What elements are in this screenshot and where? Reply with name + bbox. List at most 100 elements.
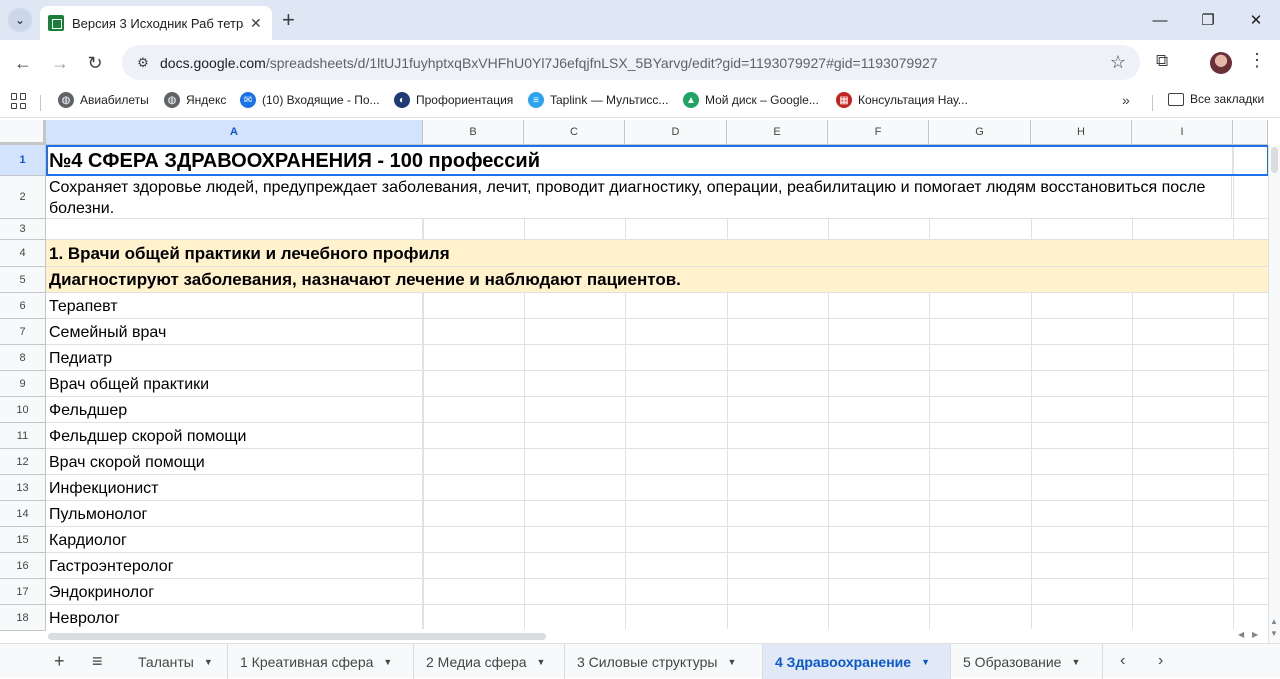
scroll-thumb[interactable] [1271, 147, 1278, 173]
puzzle-icon[interactable]: ⧉ [1156, 51, 1168, 71]
caret-down-icon[interactable]: ▼ [727, 657, 736, 667]
row-header[interactable]: 12 [0, 449, 46, 475]
row-header[interactable]: 14 [0, 501, 46, 527]
scroll-thumb[interactable] [48, 633, 546, 640]
sheet-tab[interactable]: 1 Креативная сфера ▼ [228, 644, 414, 679]
column-header-i[interactable]: I [1132, 120, 1233, 145]
browser-tab-active[interactable]: Версия 3 Исходник Раб тетрадь ✕ [40, 6, 272, 40]
bookmark-item[interactable]: ▲ Мой диск – Google... [683, 92, 819, 108]
cell-a[interactable]: Фельдшер скорой помощи [46, 423, 423, 448]
add-sheet-button[interactable]: + [54, 652, 65, 670]
reload-button[interactable]: ↻ [82, 50, 108, 76]
row-header[interactable]: 6 [0, 293, 46, 319]
scroll-down-icon[interactable]: ▼ [1270, 629, 1278, 638]
column-header-h[interactable]: H [1031, 120, 1132, 145]
sheet-tab[interactable]: Таланты ▼ [126, 644, 228, 679]
cell-a[interactable]: №4 СФЕРА ЗДРАВООХРАНЕНИЯ - 100 профессий [46, 145, 1233, 175]
gridline [727, 397, 728, 422]
caret-down-icon[interactable]: ▼ [921, 657, 930, 667]
close-window-button[interactable]: ✕ [1232, 0, 1280, 40]
address-bar[interactable]: ⚙ docs.google.com/spreadsheets/d/1ltUJ1f… [122, 45, 1140, 80]
scroll-right-icon[interactable]: ▶ [1252, 630, 1258, 639]
cell-a[interactable]: Эндокринолог [46, 579, 423, 604]
sheet-tab[interactable]: 5 Образование ▼ [951, 644, 1103, 679]
caret-down-icon[interactable]: ▼ [1071, 657, 1080, 667]
row-header[interactable]: 15 [0, 527, 46, 553]
caret-down-icon[interactable]: ▼ [383, 657, 392, 667]
column-header-c[interactable]: C [524, 120, 625, 145]
bookmark-item[interactable]: ▦ Консультация Нау... [836, 92, 968, 108]
bookmark-item[interactable]: ◍ Яндекс [164, 92, 226, 108]
star-icon[interactable]: ☆ [1110, 52, 1126, 73]
row-header[interactable]: 10 [0, 397, 46, 423]
cell-a[interactable]: Терапевт [46, 293, 423, 318]
all-sheets-button[interactable]: ≡ [92, 652, 103, 670]
cell-a[interactable]: 1. Врачи общей практики и лечебного проф… [46, 240, 1268, 266]
row-header[interactable]: 18 [0, 605, 46, 631]
cell-a[interactable]: Гастроэнтеролог [46, 553, 423, 578]
restore-button[interactable]: ❐ [1184, 0, 1232, 40]
row-header[interactable]: 16 [0, 553, 46, 579]
minimize-button[interactable]: — [1136, 0, 1184, 40]
select-all-corner[interactable] [0, 120, 46, 145]
column-header-b[interactable]: B [423, 120, 524, 145]
sheet-tab[interactable]: 2 Медиа сфера ▼ [414, 644, 565, 679]
bookmark-item[interactable]: ✉ (10) Входящие - По... [240, 92, 380, 108]
row-header[interactable]: 1 [0, 145, 46, 176]
cell-a[interactable]: Инфекционист [46, 475, 423, 500]
sheet-tab[interactable]: 3 Силовые структуры ▼ [565, 644, 763, 679]
column-header-d[interactable]: D [625, 120, 727, 145]
back-button[interactable]: ← [10, 50, 36, 76]
scroll-up-icon[interactable]: ▲ [1270, 617, 1278, 626]
all-bookmarks-button[interactable]: Все закладки [1168, 92, 1264, 106]
cell-a[interactable]: Кардиолог [46, 527, 423, 552]
cell-a[interactable]: Фельдшер [46, 397, 423, 422]
horizontal-scrollbar[interactable]: ◀ ▶ [46, 629, 1268, 643]
sheet-tab[interactable]: 4 Здравоохранение ▼ [763, 644, 951, 679]
bookmark-item[interactable]: ◍ Авиабилеты [58, 92, 149, 108]
column-header-a[interactable]: A [46, 120, 423, 145]
next-sheet-button[interactable]: › [1158, 652, 1163, 670]
column-header-e[interactable]: E [727, 120, 828, 145]
caret-down-icon[interactable]: ▼ [204, 657, 213, 667]
row-header[interactable]: 5 [0, 267, 46, 293]
row-header[interactable]: 11 [0, 423, 46, 449]
kebab-icon[interactable]: ⋮ [1248, 50, 1266, 71]
cell-a[interactable]: Диагностируют заболевания, назначают леч… [46, 267, 1268, 292]
close-icon[interactable]: ✕ [250, 15, 262, 32]
row-header[interactable]: 7 [0, 319, 46, 345]
row-header[interactable]: 2 [0, 176, 46, 219]
column-header-f[interactable]: F [828, 120, 929, 145]
cell-a[interactable]: Сохраняет здоровье людей, предупреждает … [46, 176, 1232, 218]
caret-down-icon[interactable]: ▼ [537, 657, 546, 667]
scroll-left-icon[interactable]: ◀ [1238, 630, 1244, 639]
cell-a[interactable]: Семейный врач [46, 319, 423, 344]
forward-button[interactable]: → [47, 50, 73, 76]
gridline [423, 579, 424, 604]
row-header[interactable]: 8 [0, 345, 46, 371]
avatar[interactable] [1210, 52, 1232, 74]
cell-a[interactable]: Педиатр [46, 345, 423, 370]
apps-grid-icon[interactable] [11, 93, 27, 109]
column-header-g[interactable]: G [929, 120, 1031, 145]
row-header[interactable]: 17 [0, 579, 46, 605]
cell-a[interactable]: Врач общей практики [46, 371, 423, 396]
site-info-icon[interactable]: ⚙ [134, 54, 152, 72]
vertical-scrollbar[interactable]: ▲ ▼ [1268, 145, 1280, 643]
row-header[interactable]: 13 [0, 475, 46, 501]
row-header[interactable]: 3 [0, 219, 46, 240]
tab-search-button[interactable]: ⌄ [8, 8, 32, 32]
row-header[interactable]: 9 [0, 371, 46, 397]
column-header-j[interactable] [1233, 120, 1268, 145]
row-header[interactable]: 4 [0, 240, 46, 267]
bookmark-item[interactable]: ◐ Профориентация [394, 92, 513, 108]
cell-a[interactable]: Пульмонолог [46, 501, 423, 526]
bookmark-item[interactable]: ≡ Taplink — Мультисс... [528, 92, 668, 108]
cell-a[interactable] [46, 219, 423, 239]
cell-a[interactable]: Невролог [46, 605, 423, 630]
cell-a[interactable]: Врач скорой помощи [46, 449, 423, 474]
new-tab-button[interactable]: + [282, 8, 295, 32]
bookmarks-more-button[interactable]: » [1122, 92, 1130, 108]
gridline [423, 475, 424, 500]
prev-sheet-button[interactable]: ‹ [1120, 652, 1125, 670]
